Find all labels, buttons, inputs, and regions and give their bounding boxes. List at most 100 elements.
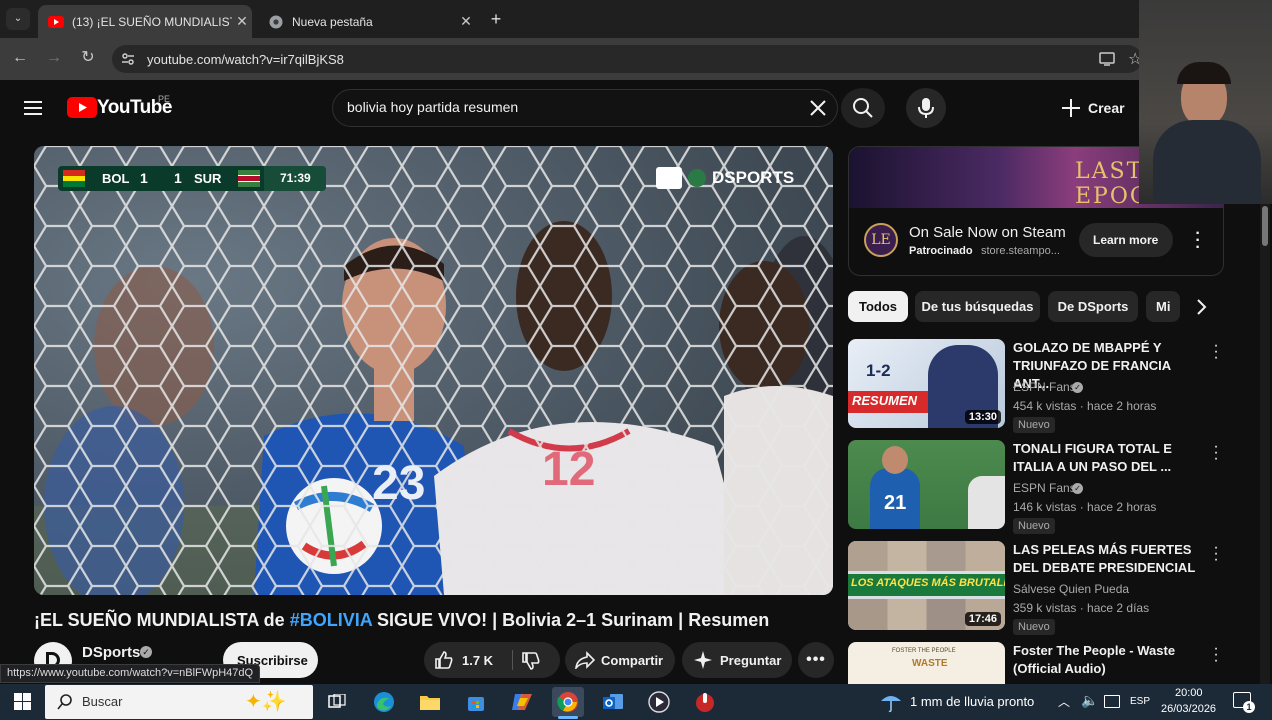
like-count: 1.7 K (462, 653, 494, 668)
verified-icon: ✓ (140, 646, 152, 658)
close-icon[interactable]: ✕ (232, 13, 252, 30)
volume-icon[interactable]: 🔈 (1081, 692, 1098, 709)
capture-app-icon[interactable] (692, 690, 718, 714)
copilot-icon[interactable] (509, 690, 535, 714)
video-title[interactable]: Foster The People - Waste (Official Audi… (1013, 642, 1203, 678)
voice-search-button[interactable] (906, 88, 946, 128)
microphone-icon (918, 98, 934, 118)
dsports-circle-icon (688, 169, 706, 187)
search-button[interactable] (841, 88, 885, 128)
duration-badge: 17:46 (964, 612, 1001, 626)
channel-name[interactable]: DSports (82, 644, 140, 661)
hashtag-link[interactable]: #BOLIVIA (290, 610, 372, 630)
ask-button[interactable]: Preguntar (682, 642, 792, 678)
video-thumbnail[interactable]: 21 (848, 440, 1005, 529)
display-icon[interactable] (1104, 695, 1120, 708)
youtube-logo[interactable]: YouTube (67, 96, 172, 120)
thumbnail-grid (848, 541, 1005, 571)
tab-search-button[interactable]: ⌄ (6, 8, 30, 30)
scrollbar-thumb[interactable] (1262, 206, 1268, 246)
weather-text[interactable]: 1 mm de lluvia pronto (910, 694, 1034, 709)
video-meta: 146 k vistas · hace 2 horas (1013, 500, 1157, 514)
more-vertical-icon[interactable]: · · · (1191, 226, 1205, 256)
search-icon (853, 98, 873, 118)
tab-youtube[interactable]: (13) ¡EL SUEÑO MUNDIALISTA d ✕ (38, 5, 252, 38)
new-tab-button[interactable]: + (486, 9, 506, 29)
video-title[interactable]: TONALI FIGURA TOTAL E ITALIA A UN PASO D… (1013, 440, 1203, 476)
clock-time[interactable]: 20:00 (1175, 687, 1203, 699)
close-icon[interactable]: ✕ (456, 13, 476, 30)
video-thumbnail[interactable]: LOS ATAQUES MÁS BRUTALES 17:46 (848, 541, 1005, 630)
media-player-icon[interactable] (646, 690, 672, 714)
clock-date[interactable]: 26/03/2026 (1161, 703, 1216, 715)
reload-icon[interactable]: ↻ (78, 48, 98, 68)
chip-de-tus-busquedas[interactable]: De tus búsquedas (915, 291, 1040, 322)
site-info-icon[interactable] (120, 51, 136, 67)
match-clock: 71:39 (280, 171, 311, 185)
video-thumbnail[interactable]: 1-2 RESUMEN 13:30 (848, 339, 1005, 428)
back-icon[interactable]: ← (10, 48, 30, 68)
chip-label: Todos (858, 299, 898, 314)
file-explorer-icon[interactable] (417, 690, 443, 714)
new-badge: Nuevo (1013, 417, 1055, 433)
list-item[interactable]: 1-2 RESUMEN 13:30 GOLAZO DE MBAPPÉ Y TRI… (848, 338, 1228, 433)
chip-label: De tus búsquedas (921, 299, 1034, 314)
home-goals: 1 (140, 170, 148, 186)
dislike-button[interactable] (513, 642, 560, 678)
verified-icon: ✓ (1072, 483, 1083, 494)
channel-name[interactable]: Sálvese Quien Pueda (1013, 582, 1129, 596)
clear-search-icon[interactable] (808, 98, 828, 118)
thumbnail-caption: LOS ATAQUES MÁS BRUTALES (851, 577, 1005, 589)
store-icon[interactable] (463, 690, 489, 714)
more-vertical-icon[interactable]: · · · (1210, 540, 1222, 568)
more-vertical-icon[interactable]: · · · (1210, 338, 1222, 366)
video-meta: 454 k vistas · hace 2 horas (1013, 399, 1157, 413)
chrome-icon[interactable] (552, 687, 584, 717)
video-title[interactable]: LAS PELEAS MÁS FUERTES DEL DEBATE PRESID… (1013, 541, 1203, 577)
language-indicator[interactable]: ESP (1130, 696, 1150, 707)
create-button[interactable]: Crear (1052, 90, 1142, 126)
link-status-bar: https://www.youtube.com/watch?v=nBlFWpH4… (0, 664, 261, 683)
chip-label: Mi (1156, 299, 1171, 314)
weather-icon[interactable] (879, 691, 903, 713)
more-vertical-icon[interactable]: · · · (1210, 642, 1222, 669)
notification-icon[interactable]: 1 (1233, 692, 1255, 713)
thumbnail-opponent (968, 476, 1005, 529)
thumbnail-score: 1-2 (866, 361, 891, 380)
chip-todos[interactable]: Todos (848, 291, 908, 322)
chip-de-dsports[interactable]: De DSports (1048, 291, 1138, 322)
video-meta: 359 k vistas · hace 2 días (1013, 601, 1150, 615)
chevron-up-icon[interactable]: ︿ (1058, 693, 1070, 710)
taskbar-search[interactable]: Buscar ✦✨ (45, 685, 313, 719)
chip-partial[interactable]: Mi (1146, 291, 1180, 322)
list-item[interactable]: LOS ATAQUES MÁS BRUTALES 17:46 LAS PELEA… (848, 540, 1228, 635)
chevron-right-icon[interactable] (1190, 296, 1212, 318)
more-actions-button[interactable]: ••• (798, 642, 834, 678)
tab-new[interactable]: Nueva pestaña ✕ (258, 5, 476, 38)
url-text: youtube.com/watch?v=ir7qilBjKS8 (147, 52, 344, 67)
ad-learn-more-button[interactable]: Learn more (1079, 223, 1173, 257)
list-item[interactable]: FOSTER THE PEOPLE WASTE Foster The Peopl… (848, 642, 1228, 684)
more-vertical-icon[interactable]: · · · (1210, 439, 1222, 467)
share-button[interactable]: Compartir (565, 642, 675, 678)
thumbnail-caption: FOSTER THE PEOPLE (892, 648, 956, 654)
away-team: SUR (194, 171, 222, 186)
windows-start-icon[interactable] (14, 693, 31, 710)
video-thumbnail[interactable]: FOSTER THE PEOPLE WASTE (848, 642, 1005, 684)
new-badge: Nuevo (1013, 518, 1055, 534)
task-view-icon[interactable] (324, 690, 350, 714)
webcam-overlay (1139, 0, 1272, 204)
video-player[interactable]: 23 12 BOL 1 1 SUR 71:39 DSPORTS (34, 146, 833, 595)
edge-icon[interactable] (371, 690, 397, 714)
page-scrollbar[interactable] (1260, 200, 1270, 684)
install-app-icon[interactable] (1098, 51, 1116, 67)
outlook-icon[interactable] (600, 690, 626, 714)
duration-badge: 13:30 (964, 410, 1001, 424)
forward-icon[interactable]: → (44, 48, 64, 68)
menu-icon[interactable] (24, 99, 44, 117)
like-button[interactable]: 1.7 K (424, 642, 512, 678)
broadcaster-name: DSPORTS (712, 168, 795, 187)
channel-name[interactable]: ESPN Fans (1013, 481, 1076, 495)
channel-name[interactable]: ESPN Fans (1013, 380, 1076, 394)
list-item[interactable]: 21 TONALI FIGURA TOTAL E ITALIA A UN PAS… (848, 439, 1228, 534)
